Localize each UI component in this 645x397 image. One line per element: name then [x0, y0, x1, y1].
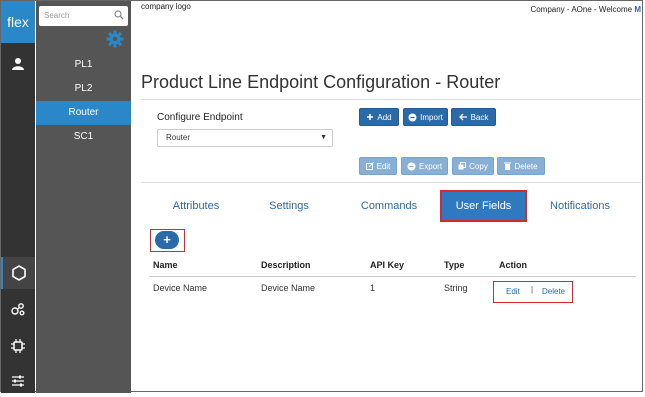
back-icon [458, 113, 468, 121]
cell-api-key: 1 [370, 283, 376, 293]
user-menu-link[interactable]: M [634, 5, 641, 14]
icon-rail: flex [1, 1, 35, 393]
endpoint-select-value: Router [166, 133, 191, 142]
search-placeholder: Search [44, 11, 70, 20]
sliders-icon[interactable] [1, 365, 35, 397]
column-header-type: Type [444, 260, 465, 270]
title-divider [141, 99, 641, 100]
welcome-text: Company - AOne - Welcome M [530, 5, 641, 14]
cell-name: Device Name [153, 283, 208, 293]
column-header-name: Name [153, 260, 178, 270]
column-header-action: Action [499, 260, 527, 270]
cell-description: Device Name [261, 283, 316, 293]
export-icon [407, 162, 416, 171]
copy-button-label: Copy [469, 161, 488, 171]
trash-icon [504, 162, 512, 170]
search-icon[interactable] [114, 10, 124, 20]
edit-button[interactable]: Edit [359, 157, 397, 175]
plus-icon [366, 113, 374, 121]
row-delete-link[interactable]: Delete [542, 287, 565, 296]
sidebar: Search PL1 PL2 Router SC1 [36, 1, 131, 393]
delete-button-label: Delete [514, 161, 538, 171]
back-button[interactable]: Back [451, 108, 496, 126]
search-input[interactable]: Search [39, 6, 128, 26]
tab-user-fields[interactable]: User Fields [440, 190, 527, 222]
toolbar-divider [141, 182, 641, 183]
endpoint-select[interactable]: Router ▼ [157, 129, 333, 147]
tab-notifications[interactable]: Notifications [540, 190, 620, 222]
caret-down-icon: ▼ [320, 134, 327, 141]
cell-type: String [444, 283, 468, 293]
edit-icon [365, 162, 374, 170]
delete-button[interactable]: Delete [497, 157, 545, 175]
copy-button[interactable]: Copy [452, 157, 494, 175]
chip-icon[interactable] [1, 330, 35, 362]
configure-endpoint-label: Configure Endpoint [157, 112, 243, 123]
flex-logo[interactable]: flex [1, 1, 35, 43]
sidebar-item-sc1[interactable]: SC1 [36, 125, 131, 149]
add-button-label: Add [377, 112, 392, 122]
add-field-button[interactable]: + [155, 231, 179, 249]
import-icon [408, 113, 417, 122]
table-header-divider [149, 276, 636, 277]
page-title: Product Line Endpoint Configuration - Ro… [141, 72, 501, 92]
hexagon-icon[interactable] [1, 257, 35, 289]
row-edit-link[interactable]: Edit [506, 287, 520, 296]
export-button-label: Export [418, 161, 443, 171]
action-separator: | [531, 285, 534, 294]
back-button-label: Back [470, 112, 489, 122]
gear-icon[interactable] [106, 30, 124, 48]
company-logo: company logo [141, 2, 191, 11]
tab-attributes[interactable]: Attributes [160, 190, 232, 222]
copy-icon [458, 162, 467, 170]
import-button[interactable]: Import [403, 108, 448, 126]
sidebar-item-router[interactable]: Router [36, 101, 131, 125]
export-button[interactable]: Export [401, 157, 448, 175]
tab-commands[interactable]: Commands [350, 190, 428, 222]
welcome-prefix: Company - AOne - Welcome [530, 5, 635, 14]
column-header-description: Description [261, 260, 311, 270]
sidebar-item-pl1[interactable]: PL1 [36, 53, 131, 77]
column-header-api-key: API Key [370, 260, 405, 270]
nodes-icon[interactable] [1, 293, 35, 325]
tab-settings[interactable]: Settings [256, 190, 322, 222]
sidebar-item-pl2[interactable]: PL2 [36, 77, 131, 101]
user-icon[interactable] [1, 48, 35, 80]
edit-button-label: Edit [376, 161, 391, 171]
import-button-label: Import [420, 112, 443, 122]
add-button[interactable]: Add [359, 108, 399, 126]
